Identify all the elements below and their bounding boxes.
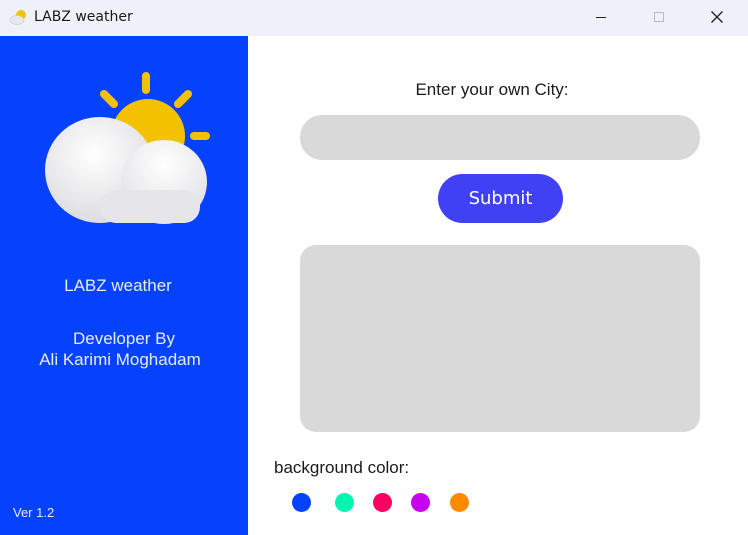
color-swatch[interactable] <box>373 493 392 512</box>
city-prompt-label: Enter your own City: <box>415 80 569 99</box>
developer-name-label: Ali Karimi Moghadam <box>39 350 201 369</box>
sidebar: LABZ weather Developer By Ali Karimi Mog… <box>0 36 248 535</box>
submit-button[interactable]: Submit <box>438 174 563 223</box>
city-input[interactable] <box>300 115 700 160</box>
developer-by-label: Developer By <box>72 329 176 348</box>
sun-behind-cloud-icon <box>45 72 210 224</box>
main-panel: Enter your own City: Submit background c… <box>248 36 748 535</box>
window-title: LABZ weather <box>34 9 133 25</box>
app-window: LABZ weather LABZ weather Developer By A… <box>0 0 748 535</box>
background-color-label: background color: <box>274 458 410 477</box>
weather-app-icon <box>9 10 26 25</box>
color-swatch[interactable] <box>450 493 469 512</box>
weather-result-box <box>300 245 700 432</box>
app-name-label: LABZ weather <box>64 276 172 295</box>
close-button[interactable] <box>694 0 740 34</box>
minimize-icon <box>596 17 606 18</box>
maximize-icon <box>654 12 664 22</box>
title-bar[interactable]: LABZ weather <box>0 0 748 36</box>
color-swatch[interactable] <box>411 493 430 512</box>
close-icon <box>711 11 723 23</box>
version-label: Ver 1.2 <box>13 505 55 520</box>
color-swatch[interactable] <box>335 493 354 512</box>
maximize-button[interactable] <box>636 0 682 34</box>
minimize-button[interactable] <box>578 0 624 34</box>
color-swatch[interactable] <box>292 493 311 512</box>
